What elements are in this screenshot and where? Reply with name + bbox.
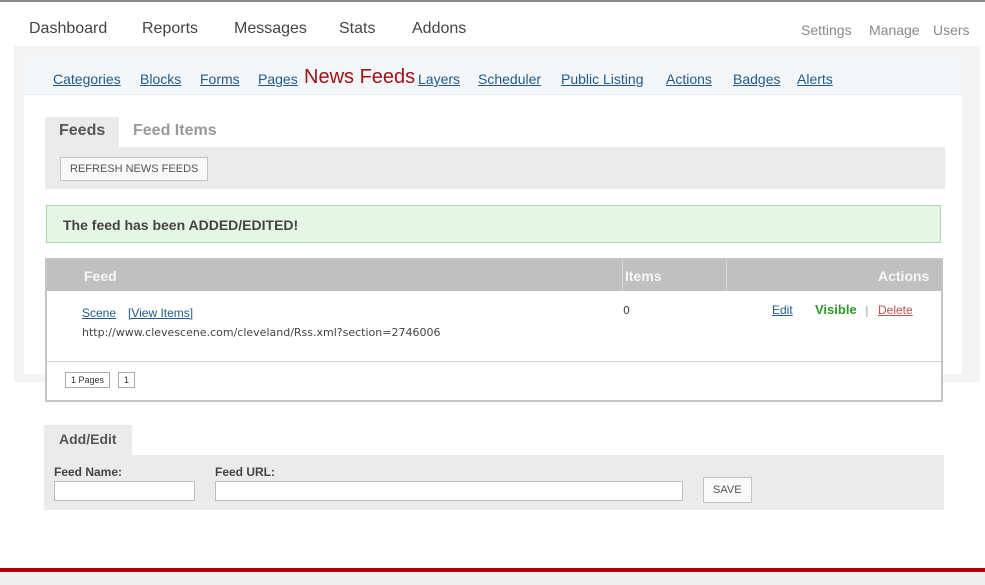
page-1-button[interactable]: 1 (118, 372, 136, 388)
table-header: Feed Items Actions (47, 260, 941, 291)
delete-link[interactable]: Delete (878, 303, 913, 317)
column-divider (622, 260, 623, 291)
nav-manage[interactable]: Manage (869, 22, 920, 38)
content-container: Categories Blocks Forms Pages News Feeds… (14, 46, 980, 402)
nav-settings[interactable]: Settings (801, 22, 852, 38)
subnav-public-listing[interactable]: Public Listing (561, 71, 644, 87)
edit-link[interactable]: Edit (772, 303, 793, 317)
nav-dashboard[interactable]: Dashboard (29, 20, 107, 38)
feeds-toolbar: REFRESH NEWS FEEDS (45, 147, 945, 189)
nav-messages[interactable]: Messages (234, 20, 307, 38)
subnav-pages[interactable]: Pages (258, 71, 298, 87)
feeds-table: Feed Items Actions Scene [View Items] ht… (45, 258, 943, 402)
tab-feeds[interactable]: Feeds (45, 117, 120, 147)
subnav-categories[interactable]: Categories (53, 71, 121, 87)
subnav-actions[interactable]: Actions (666, 71, 712, 87)
subnav-badges[interactable]: Badges (733, 71, 780, 87)
main-nav: Dashboard Reports Messages Stats Addons … (0, 2, 985, 46)
feed-tabs: Feeds Feed Items (45, 117, 945, 147)
add-edit-form: Feed Name: Feed URL: SAVE (44, 455, 944, 510)
feed-url-input[interactable] (215, 481, 683, 501)
subnav-layers[interactable]: Layers (418, 71, 460, 87)
feed-item-count: 0 (623, 304, 630, 317)
footer-band (0, 572, 985, 585)
subnav-news-feeds-active: News Feeds (304, 66, 416, 88)
subnav-forms[interactable]: Forms (200, 71, 240, 87)
nav-reports[interactable]: Reports (142, 20, 198, 38)
feed-name-label: Feed Name: (54, 465, 123, 479)
view-items-link[interactable]: [View Items] (128, 306, 193, 320)
table-row: Scene [View Items] http://www.clevescene… (47, 291, 941, 362)
column-header-actions: Actions (878, 268, 930, 284)
feed-name-link[interactable]: Scene (82, 306, 116, 320)
feed-url-label: Feed URL: (215, 465, 275, 479)
column-header-items: Items (625, 268, 662, 284)
feed-url: http://www.clevescene.com/cleveland/Rss.… (82, 326, 441, 339)
refresh-news-feeds-button[interactable]: REFRESH NEWS FEEDS (60, 157, 209, 181)
nav-stats[interactable]: Stats (339, 20, 375, 38)
column-divider (726, 260, 727, 291)
feed-name-input[interactable] (54, 481, 195, 501)
action-separator: | (865, 304, 869, 317)
subnav-blocks[interactable]: Blocks (140, 71, 181, 87)
subnav-alerts[interactable]: Alerts (797, 71, 833, 87)
save-button[interactable]: SAVE (703, 477, 752, 503)
tab-feed-items[interactable]: Feed Items (119, 117, 231, 147)
column-header-feed: Feed (84, 268, 117, 284)
pages-summary: 1 Pages (65, 372, 111, 388)
success-alert: The feed has been ADDED/EDITED! (46, 205, 941, 243)
nav-users[interactable]: Users (933, 22, 970, 38)
subnav-scheduler[interactable]: Scheduler (478, 71, 541, 87)
add-edit-tab: Add/Edit (44, 425, 132, 455)
visible-toggle-link[interactable]: Visible (815, 302, 857, 317)
nav-addons[interactable]: Addons (412, 20, 466, 38)
